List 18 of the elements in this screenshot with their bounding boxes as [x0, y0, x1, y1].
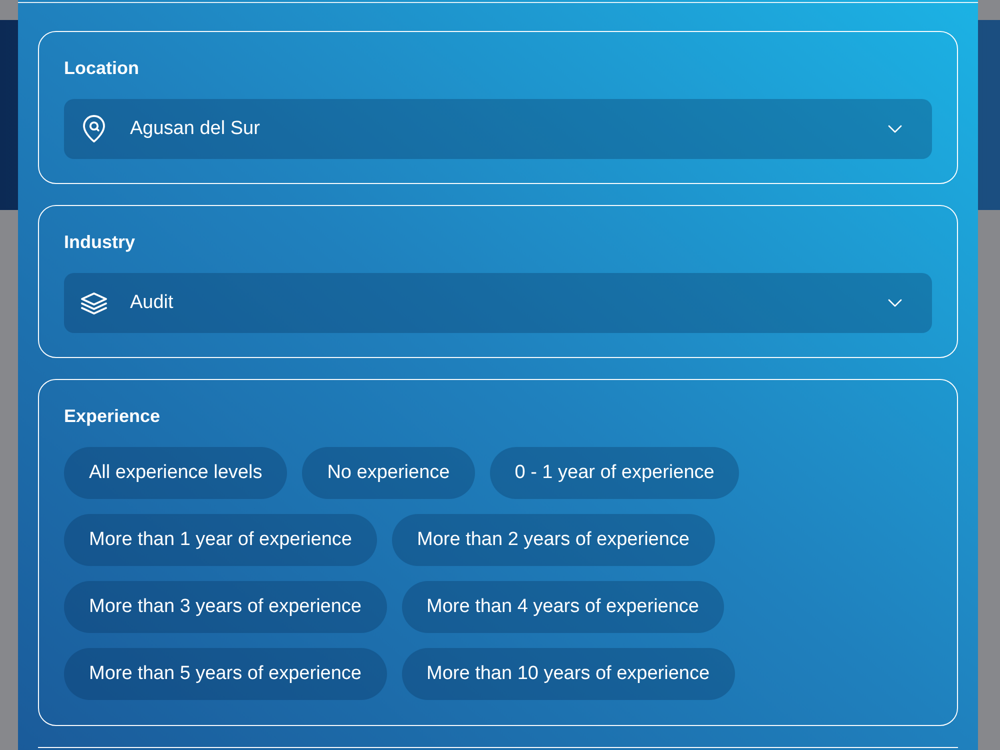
section-title: Experience: [64, 405, 162, 427]
industry-select[interactable]: Audit: [64, 273, 932, 333]
experience-chip[interactable]: More than 1 year of experience: [64, 514, 377, 566]
location-pin-icon: [82, 115, 106, 143]
chevron-down-icon: [888, 299, 902, 307]
experience-chip[interactable]: 0 - 1 year of experience: [490, 447, 740, 499]
experience-chip[interactable]: More than 4 years of experience: [402, 581, 724, 633]
experience-chip[interactable]: More than 5 years of experience: [64, 648, 386, 700]
chevron-down-icon: [888, 125, 902, 133]
layers-icon: [80, 292, 108, 314]
location-select[interactable]: Agusan del Sur: [64, 99, 932, 159]
experience-chip[interactable]: More than 3 years of experience: [64, 581, 386, 633]
experience-chip[interactable]: All experience levels: [64, 447, 288, 499]
experience-chip[interactable]: More than 2 years of experience: [392, 514, 714, 566]
section-title: Industry: [64, 231, 136, 253]
experience-chip[interactable]: More than 10 years of experience: [402, 648, 735, 700]
section-title: Location: [64, 57, 140, 79]
experience-chip[interactable]: No experience: [302, 447, 475, 499]
